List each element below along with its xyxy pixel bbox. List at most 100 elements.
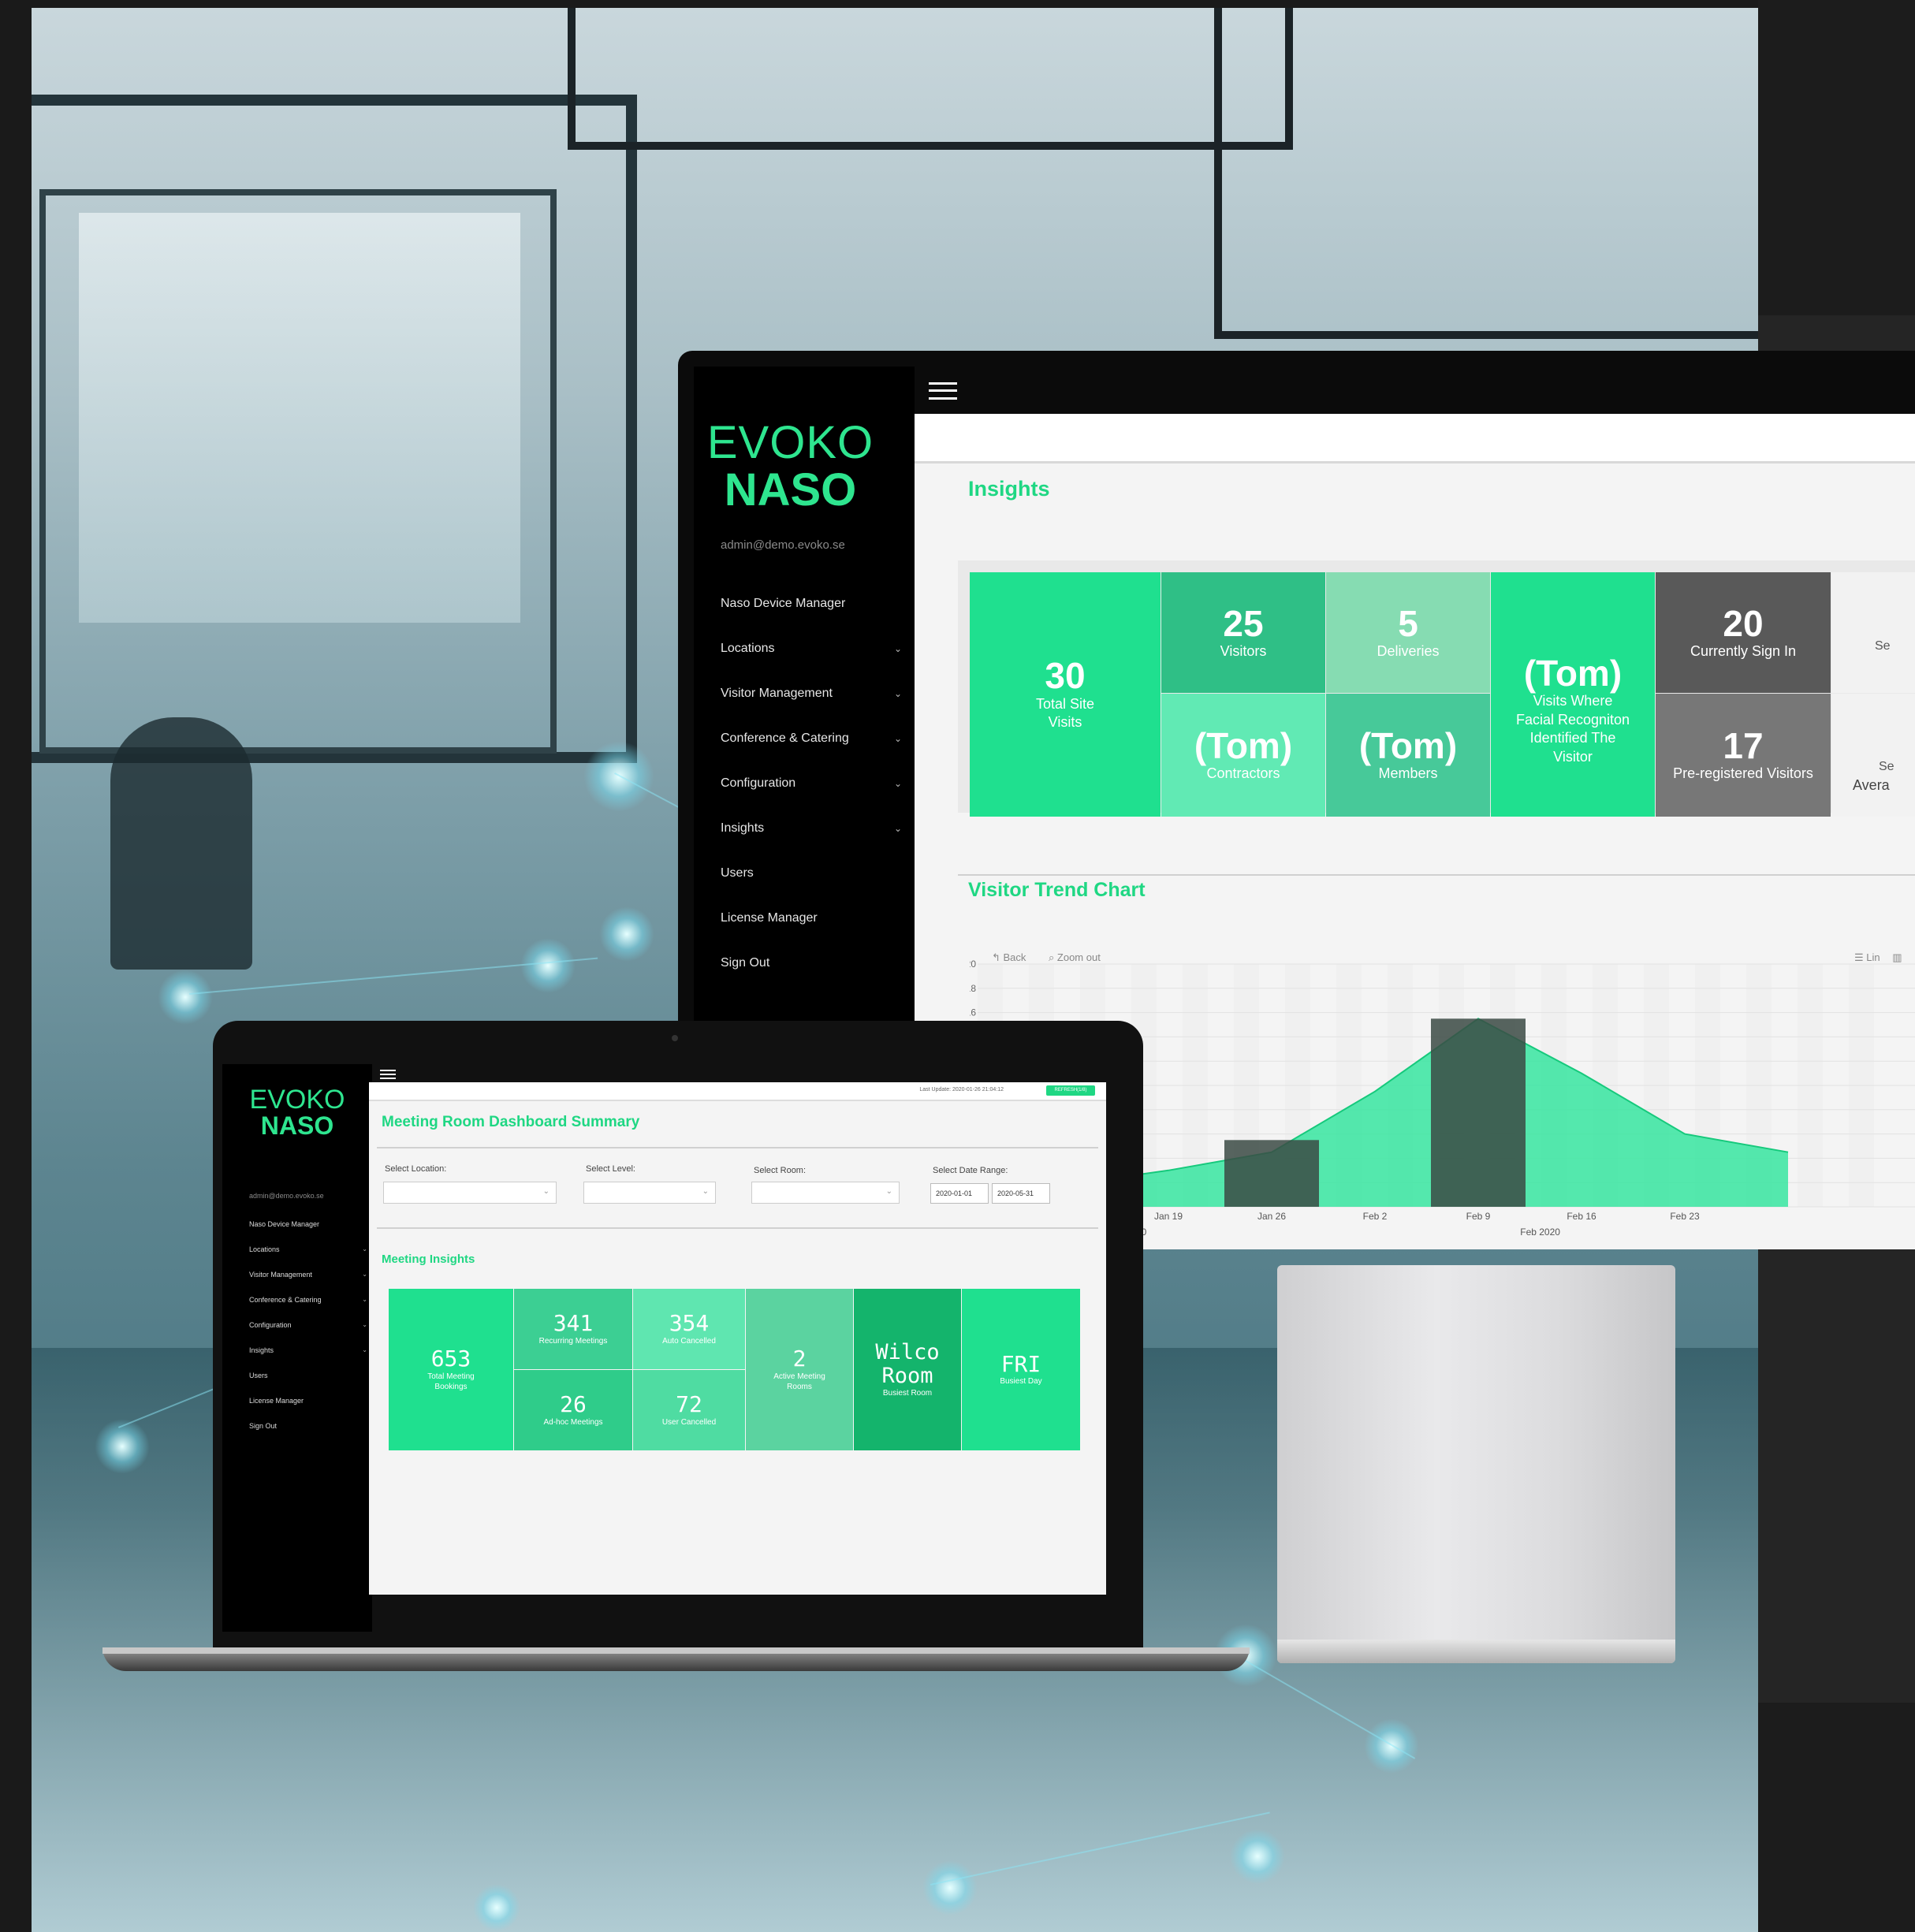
tile-label: Busiest Room [882, 1388, 933, 1398]
sidebar-item-label: Conference & Catering [249, 1296, 322, 1304]
insights-tiles: 30 Total Site Visits 25 Visitors 5 Deliv… [958, 560, 1915, 817]
tile-value: FRI [1000, 1350, 1041, 1377]
tile-value: 2 [792, 1346, 807, 1372]
sidebar-item-naso-device-manager[interactable]: Naso Device Manager [249, 1220, 367, 1245]
x-tick-label: Feb 16 [1567, 1211, 1596, 1222]
sidebar-item-sign-out[interactable]: Sign Out [721, 956, 902, 1001]
tile-busiest-room: Wilco Room Busiest Room [854, 1289, 961, 1450]
x-tick-label: Jan 26 [1257, 1211, 1286, 1222]
sidebar-item-license-manager[interactable]: License Manager [721, 911, 902, 956]
y-tick-label: 16 [970, 1007, 976, 1018]
chevron-down-icon: ⌄ [893, 688, 902, 699]
chevron-down-icon: ⌄ [362, 1271, 367, 1278]
tile-preregistered: 17 Pre-registered Visitors [1656, 694, 1831, 817]
tile-auto-cancelled: 354 Auto Cancelled [633, 1289, 745, 1369]
tile-label: Total Site Visits [1035, 695, 1095, 731]
sidebar-item-insights[interactable]: Insights ⌄ [721, 821, 902, 866]
sidebar-item-sign-out[interactable]: Sign Out [249, 1422, 367, 1447]
sidebar-item-visitor-management[interactable]: Visitor Management ⌄ [721, 687, 902, 731]
chevron-down-icon: ⌄ [542, 1187, 550, 1196]
refresh-button[interactable]: REFRESH(1/8) [1046, 1085, 1095, 1096]
room-label: Select Room: [754, 1166, 807, 1175]
tile-label: Pre-registered Visitors [1673, 765, 1813, 782]
tile-currently-signed-in: 20 Currently Sign In [1656, 572, 1831, 693]
chevron-down-icon: ⌄ [362, 1296, 367, 1303]
sidebar-item-label: Configuration [249, 1321, 292, 1329]
sidebar-item-conference-catering[interactable]: Conference & Catering ⌄ [721, 731, 902, 776]
x-tick-label: Jan 19 [1154, 1211, 1183, 1222]
monitor-stand [1277, 1265, 1675, 1663]
top-dark-strip [725, 0, 1915, 8]
tile-cut-label: Se [1875, 639, 1891, 653]
sidebar-item-locations[interactable]: Locations ⌄ [249, 1245, 367, 1271]
tile-label: Ad-hoc Meetings [543, 1417, 603, 1427]
tile-total-bookings: 653 Total Meeting Bookings [389, 1289, 513, 1450]
tile-value: 30 [1045, 655, 1086, 697]
sidebar-item-locations[interactable]: Locations ⌄ [721, 642, 902, 687]
chevron-down-icon: ⌄ [362, 1245, 367, 1253]
sidebar-item-conference-catering[interactable]: Conference & Catering ⌄ [249, 1296, 367, 1321]
sidebar-item-insights[interactable]: Insights ⌄ [249, 1346, 367, 1372]
tile-value: 5 [1398, 602, 1418, 644]
laptop-sidebar: EVOKO NASO admin@demo.evoko.se Naso Devi… [222, 1064, 372, 1632]
sidebar-item-label: Visitor Management [721, 687, 833, 700]
sidebar-item-label: License Manager [721, 911, 818, 925]
sidebar-item-label: Users [721, 866, 754, 880]
sidebar-item-label: Visitor Management [249, 1271, 312, 1279]
chevron-down-icon: ⌄ [362, 1346, 367, 1353]
sidebar-item-naso-device-manager[interactable]: Naso Device Manager [721, 597, 902, 642]
monitor-logo: EVOKO NASO [694, 420, 887, 513]
hamburger-menu-icon[interactable] [380, 1070, 396, 1079]
tile-label: Contractors [1206, 765, 1280, 782]
tile-cut-label: Se [1879, 760, 1895, 773]
level-label: Select Level: [586, 1164, 635, 1174]
sidebar-item-label: Naso Device Manager [721, 597, 846, 610]
sidebar-item-label: Configuration [721, 776, 796, 790]
sidebar-item-configuration[interactable]: Configuration ⌄ [721, 776, 902, 821]
tile-visitors: 25 Visitors [1161, 572, 1325, 693]
laptop-display: EVOKO NASO admin@demo.evoko.se Naso Devi… [213, 1021, 1143, 1651]
meeting-insights-title: Meeting Insights [382, 1253, 475, 1266]
tile-cut-label: Avera [1853, 777, 1890, 793]
tile-label: Visitors [1220, 642, 1267, 659]
chevron-down-icon: ⌄ [893, 823, 902, 834]
logo-line2: NASO [260, 1111, 334, 1140]
date-from-input[interactable]: 2020-01-01 [930, 1183, 989, 1204]
sidebar-item-configuration[interactable]: Configuration ⌄ [249, 1321, 367, 1346]
sidebar-item-users[interactable]: Users [249, 1372, 367, 1397]
filter-divider [377, 1227, 1098, 1229]
last-update: Last Update: 2020-01-26 21:04:12 [919, 1087, 1004, 1093]
sidebar-item-label: Users [249, 1372, 268, 1379]
tile-label: Busiest Day [1000, 1377, 1042, 1387]
logo-line2: NASO [724, 464, 857, 516]
tile-members: (Tom) Members [1326, 694, 1490, 817]
sidebar-item-visitor-management[interactable]: Visitor Management ⌄ [249, 1271, 367, 1296]
date-range-label: Select Date Range: [933, 1166, 1008, 1175]
sidebar-item-license-manager[interactable]: License Manager [249, 1397, 367, 1422]
tile-label: Active Meeting Rooms [773, 1372, 825, 1391]
tile-value: 72 [676, 1391, 702, 1418]
sidebar-item-label: Conference & Catering [721, 731, 849, 745]
sidebar-item-label: Naso Device Manager [249, 1220, 320, 1228]
tile-value: (Tom) [1194, 725, 1293, 767]
room-select[interactable]: ⌄ [751, 1182, 900, 1204]
tile-value: (Tom) [1523, 653, 1623, 694]
laptop-base [102, 1647, 1250, 1671]
location-select[interactable]: ⌄ [383, 1182, 557, 1204]
page-title: Meeting Room Dashboard Summary [382, 1114, 640, 1130]
tile-value: 25 [1223, 602, 1264, 644]
visitor-trend-title: Visitor Trend Chart [968, 879, 1146, 901]
hamburger-menu-icon[interactable] [929, 382, 957, 400]
tile-value: (Tom) [1358, 725, 1458, 767]
sidebar-item-users[interactable]: Users [721, 866, 902, 911]
tile-value: 20 [1723, 602, 1764, 644]
tile-label: Currently Sign In [1690, 642, 1797, 659]
date-to-input[interactable]: 2020-05-31 [992, 1183, 1050, 1204]
tile-label: Visits Where Facial Recogniton Identifie… [1515, 693, 1630, 765]
title-divider [377, 1147, 1098, 1148]
user-email: admin@demo.evoko.se [721, 538, 845, 552]
tile-value: 17 [1723, 725, 1764, 767]
sidebar-item-label: Insights [721, 821, 765, 835]
insights-title: Insights [968, 477, 1050, 501]
level-select[interactable]: ⌄ [583, 1182, 716, 1204]
